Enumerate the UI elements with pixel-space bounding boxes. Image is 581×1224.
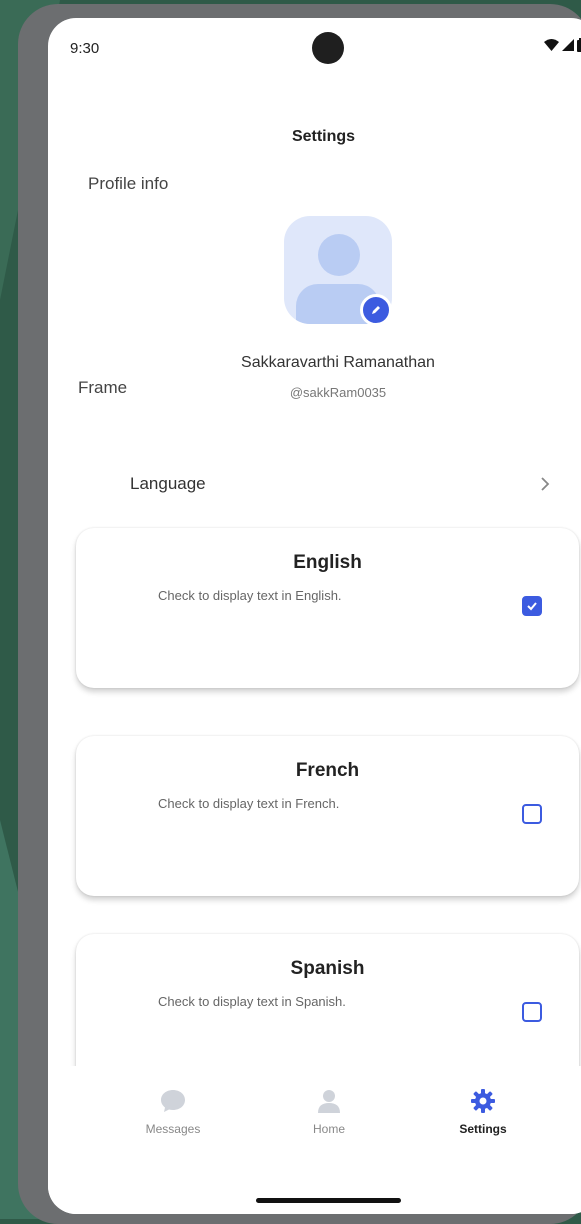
nav-item-home[interactable]: Home: [274, 1088, 384, 1136]
language-card-description: Check to display text in Spanish.: [158, 994, 346, 1009]
english-checkbox[interactable]: [522, 596, 542, 616]
nav-label-settings: Settings: [459, 1122, 507, 1136]
language-card-title: English: [293, 552, 362, 573]
language-card-title: Spanish: [290, 958, 365, 979]
user-name: Sakkaravarthi Ramanathan: [241, 354, 435, 371]
profile-info-label: Profile info: [88, 174, 169, 193]
language-card-description: Check to display text in French.: [158, 796, 340, 811]
gear-icon: [471, 1089, 495, 1113]
bottom-nav: Messages Home Settings: [48, 1066, 581, 1214]
pencil-icon: [372, 306, 380, 314]
app-screen: 9:30 Settings Profile info Frame Sakkara…: [48, 18, 581, 1214]
status-time: 9:30: [70, 40, 100, 57]
nav-item-settings[interactable]: Settings: [428, 1088, 538, 1136]
spanish-checkbox[interactable]: [522, 1002, 542, 1022]
signal-icon: [562, 39, 574, 51]
language-row[interactable]: Language: [130, 470, 550, 498]
edit-avatar-button[interactable]: [360, 294, 392, 326]
french-checkbox[interactable]: [522, 804, 542, 824]
chat-bubble-icon: [161, 1090, 185, 1112]
person-icon: [318, 1090, 340, 1113]
nav-label-home: Home: [312, 1122, 345, 1136]
language-card-description: Check to display text in English.: [158, 588, 342, 603]
home-indicator[interactable]: [256, 1198, 401, 1203]
page-title: Settings: [291, 128, 356, 145]
nav-item-messages[interactable]: Messages: [118, 1088, 228, 1136]
nav-label-messages: Messages: [145, 1122, 201, 1136]
user-handle: @sakkRam0035: [289, 385, 387, 400]
camera-cutout: [312, 32, 344, 64]
language-label: Language: [130, 474, 206, 493]
chevron-right-icon: [541, 477, 550, 491]
language-card-french[interactable]: French Check to display text in French.: [76, 736, 579, 896]
battery-icon: [577, 38, 581, 52]
wifi-icon: [544, 39, 559, 51]
avatar-head: [318, 234, 360, 276]
phone-frame: 9:30 Settings Profile info Frame Sakkara…: [18, 4, 581, 1224]
check-icon: [527, 602, 537, 611]
language-card-english[interactable]: English Check to display text in English…: [76, 528, 579, 688]
language-card-title: French: [295, 760, 360, 781]
status-icons: [544, 38, 581, 52]
